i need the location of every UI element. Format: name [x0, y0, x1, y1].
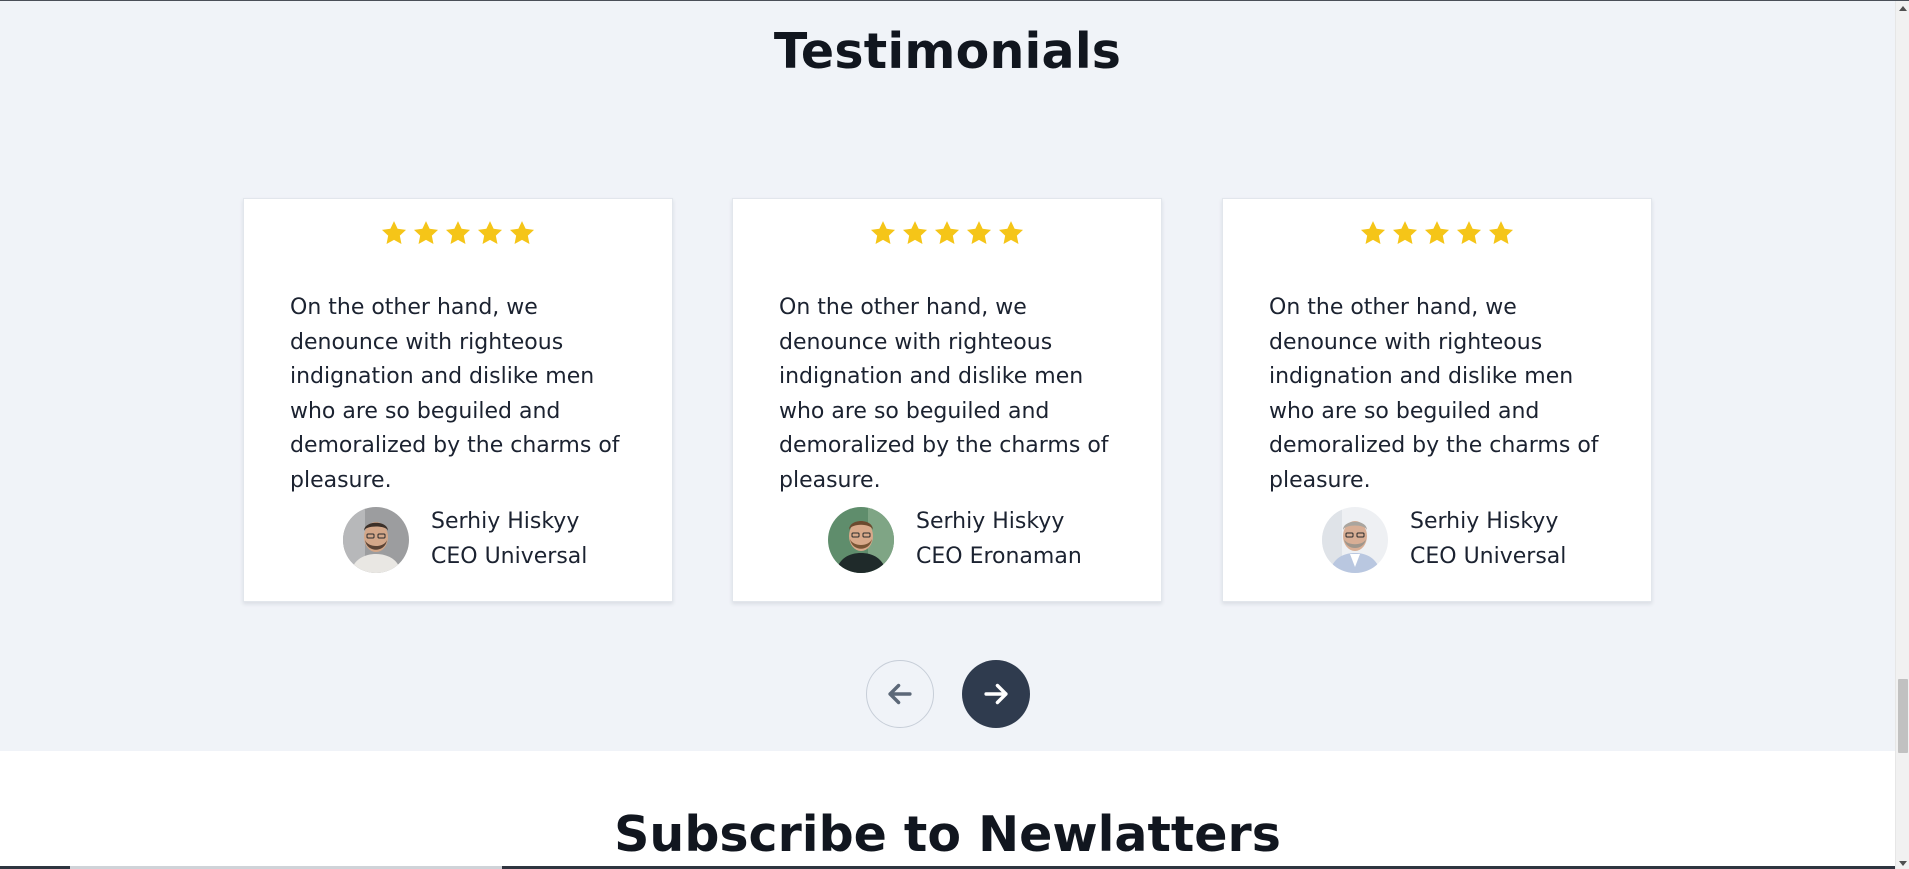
testimonial-author: Serhiy Hiskyy CEO Universal	[343, 505, 587, 574]
star-icon	[933, 219, 961, 247]
author-text: Serhiy Hiskyy CEO Eronaman	[916, 505, 1082, 574]
testimonials-section: Testimonials On the other hand, we denou…	[0, 1, 1895, 751]
avatar	[1322, 506, 1388, 573]
star-icon	[901, 219, 929, 247]
star-icon	[508, 219, 536, 247]
star-icon	[1455, 219, 1483, 247]
author-name: Serhiy Hiskyy	[1410, 509, 1559, 534]
page-viewport: Testimonials On the other hand, we denou…	[0, 0, 1909, 869]
star-icon	[1391, 219, 1419, 247]
scroll-up-icon[interactable]	[1896, 1, 1909, 15]
star-icon	[444, 219, 472, 247]
star-icon	[380, 219, 408, 247]
star-icon	[965, 219, 993, 247]
scroll-down-icon[interactable]	[1896, 856, 1909, 869]
author-role: CEO Universal	[1410, 543, 1567, 569]
star-icon	[1359, 219, 1387, 247]
author-text: Serhiy Hiskyy CEO Universal	[1410, 505, 1566, 574]
author-role: CEO Universal	[431, 543, 588, 569]
testimonial-quote: On the other hand, we denounce with righ…	[290, 295, 620, 493]
scrollbar-thumb[interactable]	[1898, 679, 1908, 753]
carousel-next-button[interactable]	[962, 660, 1030, 728]
testimonial-quote: On the other hand, we denounce with righ…	[779, 295, 1109, 493]
star-icon	[476, 219, 504, 247]
subscribe-title: Subscribe to Newlatters	[614, 806, 1281, 863]
author-name: Serhiy Hiskyy	[916, 509, 1065, 534]
star-rating	[733, 219, 1161, 247]
arrow-left-icon	[888, 683, 912, 705]
author-text: Serhiy Hiskyy CEO Universal	[431, 505, 587, 574]
author-role: CEO Eronaman	[916, 543, 1082, 569]
avatar	[828, 506, 894, 573]
testimonial-author: Serhiy Hiskyy CEO Eronaman	[828, 505, 1082, 574]
avatar	[343, 506, 409, 573]
testimonial-author: Serhiy Hiskyy CEO Universal	[1322, 505, 1566, 574]
carousel-prev-button[interactable]	[866, 660, 934, 728]
star-rating	[1223, 219, 1651, 247]
arrow-right-icon	[984, 683, 1008, 705]
testimonials-title: Testimonials	[773, 23, 1122, 80]
testimonial-card: On the other hand, we denounce with righ…	[1222, 198, 1652, 602]
vertical-scrollbar[interactable]	[1895, 1, 1909, 869]
star-icon	[997, 219, 1025, 247]
testimonial-card: On the other hand, we denounce with righ…	[732, 198, 1162, 602]
subscribe-section: Subscribe to Newlatters	[0, 751, 1895, 869]
author-name: Serhiy Hiskyy	[431, 509, 580, 534]
testimonial-card: On the other hand, we denounce with righ…	[243, 198, 673, 602]
star-icon	[869, 219, 897, 247]
star-icon	[1487, 219, 1515, 247]
star-rating	[244, 219, 672, 247]
star-icon	[1423, 219, 1451, 247]
testimonial-quote: On the other hand, we denounce with righ…	[1269, 295, 1599, 493]
star-icon	[412, 219, 440, 247]
